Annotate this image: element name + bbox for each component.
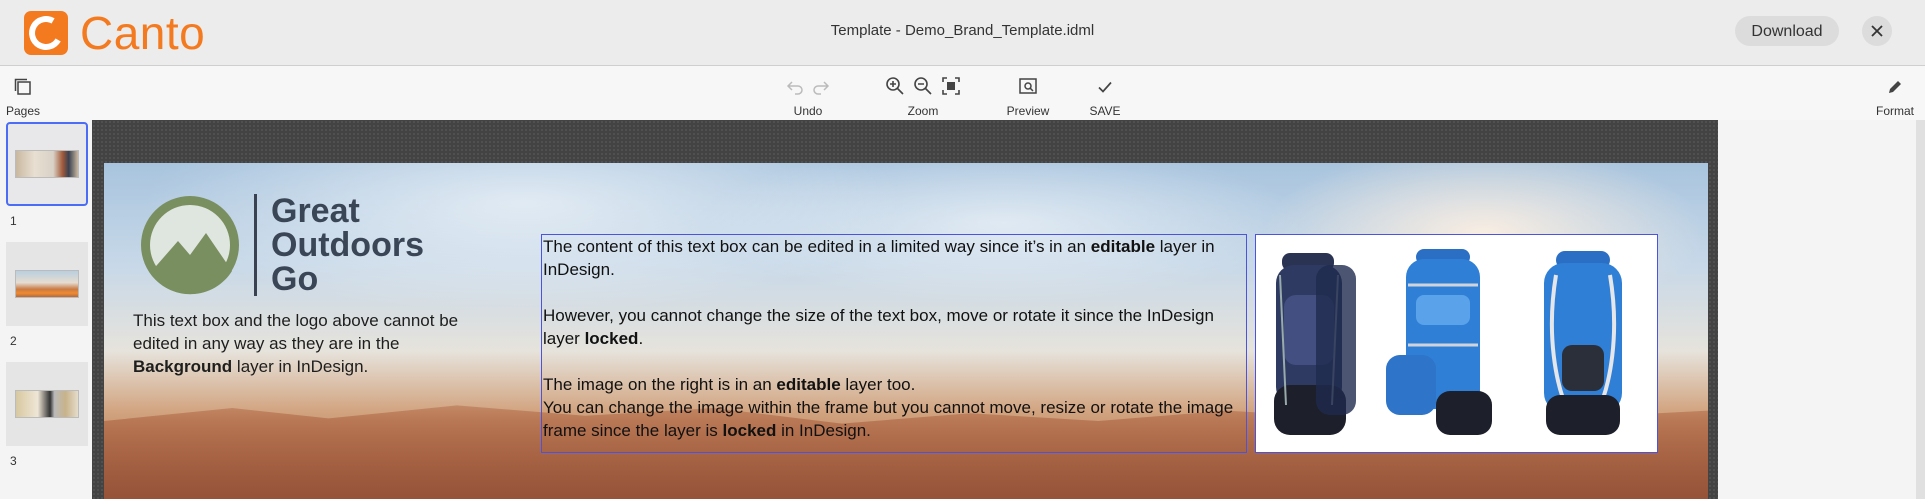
page-thumbnail-3[interactable] <box>6 362 88 446</box>
thumbnail-image <box>15 270 79 298</box>
undo-group: Undo <box>780 66 836 120</box>
pages-icon <box>14 78 31 95</box>
redo-icon[interactable] <box>812 78 830 96</box>
text-paragraph: The image on the right is in an editable… <box>543 375 916 394</box>
zoom-label: Zoom <box>907 104 939 118</box>
pages-sidebar: 1 2 3 <box>0 120 92 499</box>
undo-label: Undo <box>793 104 823 118</box>
download-button[interactable]: Download <box>1735 16 1839 46</box>
close-button[interactable] <box>1862 16 1892 46</box>
page-number: 3 <box>10 454 17 468</box>
brand-line: Go <box>271 260 319 298</box>
zoom-out-icon[interactable] <box>913 76 933 96</box>
brand-name: Great Outdoors Go <box>254 194 424 296</box>
format-button[interactable]: Format <box>1870 66 1920 120</box>
format-label: Format <box>1875 104 1914 118</box>
preview-label: Preview <box>1006 104 1050 118</box>
document-title: Template - Demo_Brand_Template.idml <box>830 22 1095 39</box>
page-thumbnail-1[interactable] <box>6 122 88 206</box>
page-number: 2 <box>10 334 17 348</box>
backpack-blue-side <box>1386 249 1492 435</box>
text-paragraph: You can change the image within the fram… <box>543 398 1234 440</box>
editor-toolbar: Pages Undo Zoom Preview SAVE Format <box>0 66 1925 120</box>
format-panel <box>1718 120 1925 499</box>
text-paragraph: The content of this text box can be edit… <box>543 237 1215 279</box>
save-label: SAVE <box>1089 104 1121 118</box>
fit-screen-icon[interactable] <box>941 76 961 96</box>
great-outdoors-logo: Great Outdoors Go <box>138 193 424 297</box>
page-thumbnail-2[interactable] <box>6 242 88 326</box>
save-button[interactable]: SAVE <box>1085 66 1125 120</box>
thumbnail-image <box>15 390 79 418</box>
pencil-icon <box>1889 81 1901 93</box>
close-icon <box>1871 25 1883 37</box>
preview-button[interactable]: Preview <box>1002 66 1054 120</box>
check-icon <box>1098 81 1112 93</box>
zoom-group: Zoom <box>878 66 968 120</box>
brand-line: Great <box>271 192 360 230</box>
backpacks-image <box>1274 249 1622 435</box>
app-header: Canto Template - Demo_Brand_Template.idm… <box>0 0 1925 66</box>
editable-image-frame[interactable] <box>1255 234 1658 453</box>
thumbnail-image <box>15 150 79 178</box>
undo-icon[interactable] <box>786 78 804 96</box>
editable-text-frame[interactable]: The content of this text box can be edit… <box>541 234 1247 453</box>
pages-label: Pages <box>6 104 41 118</box>
backpack-blue-back <box>1544 251 1622 435</box>
text-paragraph: However, you cannot change the size of t… <box>543 306 1214 348</box>
zoom-in-icon[interactable] <box>885 76 905 96</box>
vertical-scrollbar[interactable] <box>1916 120 1925 499</box>
backpack-navy <box>1274 253 1356 435</box>
page-number: 1 <box>10 214 17 228</box>
pages-button[interactable]: Pages <box>6 66 42 120</box>
background-text-box: This text box and the logo above cannot … <box>133 311 459 376</box>
brand-line: Outdoors <box>271 226 424 264</box>
preview-icon <box>1019 78 1037 94</box>
document-page: Great Outdoors Go This text box and the … <box>104 163 1708 499</box>
mountain-logo-icon <box>141 196 239 295</box>
